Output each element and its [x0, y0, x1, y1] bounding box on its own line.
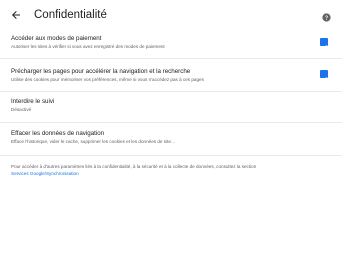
- footer-note: Pour accéder à d'autres paramètres liés …: [11, 163, 331, 177]
- setting-subtitle: Autoriser les sites à vérifier si vous a…: [11, 44, 165, 49]
- divider: [0, 91, 342, 92]
- check-icon: [321, 44, 327, 50]
- setting-title: Interdire le suivi: [11, 98, 55, 105]
- help-icon[interactable]: [322, 9, 334, 22]
- check-icon: [321, 76, 327, 82]
- setting-subtitle: Efface l'historique, vider le cache, sup…: [11, 139, 176, 144]
- page-title: Confidentialité: [34, 9, 107, 21]
- setting-title: Accéder aux modes de paiement: [11, 35, 102, 42]
- app-bar: Confidentialité: [0, 0, 342, 30]
- checkbox-preload-pages[interactable]: [320, 70, 328, 82]
- footer-text: Pour accéder à d'autres paramètres liés …: [11, 164, 257, 169]
- setting-clear-browsing-data[interactable]: Effacer les données de navigation Efface…: [0, 128, 342, 150]
- divider: [0, 122, 342, 123]
- setting-subtitle: Utilise des cookies pour mémoriser vos p…: [11, 77, 204, 82]
- divider: [0, 155, 342, 156]
- divider: [0, 58, 342, 59]
- checkbox-payment-methods[interactable]: [320, 38, 328, 50]
- setting-title: Effacer les données de navigation: [11, 130, 105, 137]
- setting-subtitle: Désactivé: [11, 107, 32, 112]
- setting-do-not-track[interactable]: Interdire le suivi Désactivé: [0, 96, 342, 118]
- arrow-left-icon[interactable]: [8, 7, 24, 23]
- setting-preload-pages[interactable]: Précharger les pages pour accélérer la n…: [0, 66, 342, 88]
- setting-payment-methods[interactable]: Accéder aux modes de paiement Autoriser …: [0, 33, 342, 55]
- sync-services-link[interactable]: Services Google/Synchronisation: [11, 171, 79, 176]
- setting-title: Précharger les pages pour accélérer la n…: [11, 68, 191, 75]
